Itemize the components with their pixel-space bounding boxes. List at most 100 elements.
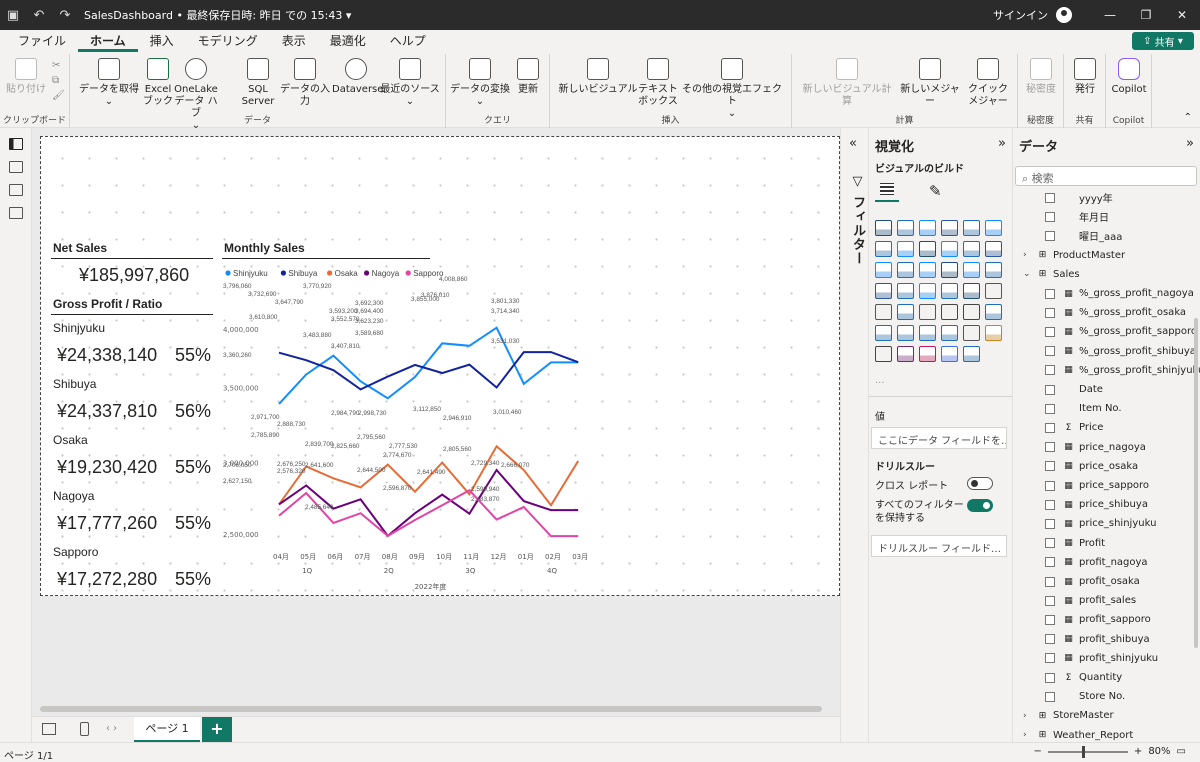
field-checkbox[interactable] [1045,672,1055,683]
tab-insert[interactable]: 挿入 [138,32,186,52]
field-checkbox[interactable] [1045,346,1055,357]
values-well[interactable]: ここにデータ フィールドを… [871,427,1007,449]
paste-button[interactable]: 貼り付け [6,58,46,96]
ribbon-visual-icon[interactable] [875,262,892,278]
stacked-area-visual-icon[interactable] [919,241,936,257]
field-item[interactable]: ▦ profit_osaka [1045,572,1140,591]
100-area-visual-icon[interactable] [941,241,958,257]
collapse-ribbon-icon[interactable]: ⌃ [1184,112,1192,123]
field-item[interactable]: ▦ profit_sapporo [1045,610,1151,629]
field-checkbox[interactable] [1045,614,1055,625]
refresh-button[interactable]: 更新 [512,58,544,96]
tab-file[interactable]: ファイル [6,32,78,52]
copilot-button[interactable]: Copilot [1108,58,1150,96]
recent-sources-button[interactable]: 最近のソース ⌄ [380,58,440,108]
publish-button[interactable]: 発行 [1066,58,1104,96]
minimize-icon[interactable]: — [1092,0,1128,30]
tab-modeling[interactable]: モデリング [186,32,270,52]
cut-copy-format-icons[interactable]: ✂ ⧉ 🖌 [52,58,65,103]
100-column-visual-icon[interactable] [985,220,1002,236]
report-view-icon[interactable] [8,138,23,150]
model-view-icon[interactable] [8,184,23,196]
table-visual-icon[interactable] [941,304,958,320]
field-checkbox[interactable] [1045,691,1055,702]
field-item[interactable]: 曜日_aaa [1045,226,1122,245]
tab-help[interactable]: ヘルプ [378,32,438,52]
custom-visual-icon[interactable] [963,346,980,362]
chevron-down-icon[interactable]: ⌄ [1023,269,1035,279]
field-item[interactable]: ▦ profit_shinjyuku [1045,649,1158,668]
filters-pane-collapsed[interactable]: « ▽ フィルター [840,128,868,742]
enter-data-button[interactable]: データの入力 [276,58,334,108]
field-item[interactable]: ▦ profit_shibuya [1045,630,1150,649]
line-column-visual-icon[interactable] [963,241,980,257]
page-nav-arrows[interactable]: ‹ › [106,723,117,734]
field-item[interactable]: ▦ price_sapporo [1045,476,1149,495]
field-checkbox[interactable] [1045,499,1055,510]
new-visual-button[interactable]: 新しいビジュアル [556,58,640,96]
table-node[interactable]: › ⊞ StoreMaster [1023,706,1114,725]
scatter-visual-icon[interactable] [941,262,958,278]
quick-measure-button[interactable]: クイック メジャー [964,58,1012,108]
signin-link[interactable]: サインイン [993,7,1048,23]
chevron-right-icon[interactable]: › [1023,711,1035,721]
treemap-visual-icon[interactable] [875,283,892,299]
field-item[interactable]: ▦ profit_nagoya [1045,553,1148,572]
table-node[interactable]: › ⊞ Weather_Report [1023,726,1133,742]
page-tab-1[interactable]: ページ 1 [134,717,200,743]
field-item[interactable]: Σ Quantity [1045,668,1122,687]
zoom-out-icon[interactable]: − [1034,746,1042,757]
field-checkbox[interactable] [1045,461,1055,472]
field-item[interactable]: ▦ profit_sales [1045,591,1136,610]
narrative-visual-icon[interactable] [963,325,980,341]
collapse-data-icon[interactable]: » [1186,136,1194,151]
funnel-visual-icon[interactable] [919,262,936,278]
metrics-visual-icon[interactable] [985,325,1002,341]
waterfall-visual-icon[interactable] [897,262,914,278]
field-item[interactable]: ▦ %_gross_profit_osaka [1045,303,1186,322]
field-checkbox[interactable] [1045,422,1055,433]
filled-map-visual-icon[interactable] [919,283,936,299]
report-page[interactable]: Net Sales ¥185,997,860 Gross Profit / Ra… [40,136,840,596]
field-checkbox[interactable] [1045,192,1055,203]
line-clustered-visual-icon[interactable] [985,241,1002,257]
collapse-viz-icon[interactable]: » [998,136,1006,151]
field-checkbox[interactable] [1045,595,1055,606]
zoom-in-icon[interactable]: + [1134,746,1142,757]
field-checkbox[interactable] [1045,538,1055,549]
table-view-icon[interactable] [8,161,23,173]
mobile-layout-icon[interactable] [80,722,89,736]
card-visual-icon[interactable] [985,283,1002,299]
field-item[interactable]: Store No. [1045,687,1125,706]
new-visual-calc-button[interactable]: 新しいビジュアル計算 [798,58,896,108]
undo-icon[interactable]: ↶ [26,0,52,30]
r-script-visual-icon[interactable] [985,304,1002,320]
field-checkbox[interactable] [1045,326,1055,337]
canvas-horizontal-scrollbar[interactable] [40,706,822,712]
field-checkbox[interactable] [1045,211,1055,222]
field-item[interactable]: ▦ Profit [1045,534,1105,553]
zoom-thumb[interactable] [1081,745,1085,758]
save-icon[interactable]: ▣ [0,0,26,30]
build-visual-icon[interactable] [875,178,899,202]
data-search-input[interactable]: ⌕ 検索 [1015,166,1197,186]
clustered-bar-visual-icon[interactable] [919,220,936,236]
azure-map-visual-icon[interactable] [941,283,958,299]
field-item[interactable]: ▦ price_nagoya [1045,438,1146,457]
monthly-sales-chart[interactable]: Shinjyuku Shibuya Osaka Nagoya Sapporo4,000,… [221,261,587,595]
tab-optimize[interactable]: 最適化 [318,32,378,52]
clustered-column-visual-icon[interactable] [941,220,958,236]
dax-query-icon[interactable] [8,207,23,219]
get-data-button[interactable]: データを取得 ⌄ [78,58,140,108]
field-item[interactable]: ▦ price_osaka [1045,457,1138,476]
add-page-button[interactable]: + [202,717,232,743]
keep-filters-toggle[interactable] [967,499,993,512]
field-checkbox[interactable] [1045,384,1055,395]
field-item[interactable]: Item No. [1045,399,1122,418]
share-button[interactable]: ⇪ 共有 ▾ [1132,32,1194,50]
transform-data-button[interactable]: データの変換 ⌄ [450,58,510,108]
matrix-visual-icon[interactable] [963,304,980,320]
field-checkbox[interactable] [1045,576,1055,587]
expand-filters-icon[interactable]: « [849,136,857,151]
format-visual-icon[interactable]: ✎ [929,182,942,200]
